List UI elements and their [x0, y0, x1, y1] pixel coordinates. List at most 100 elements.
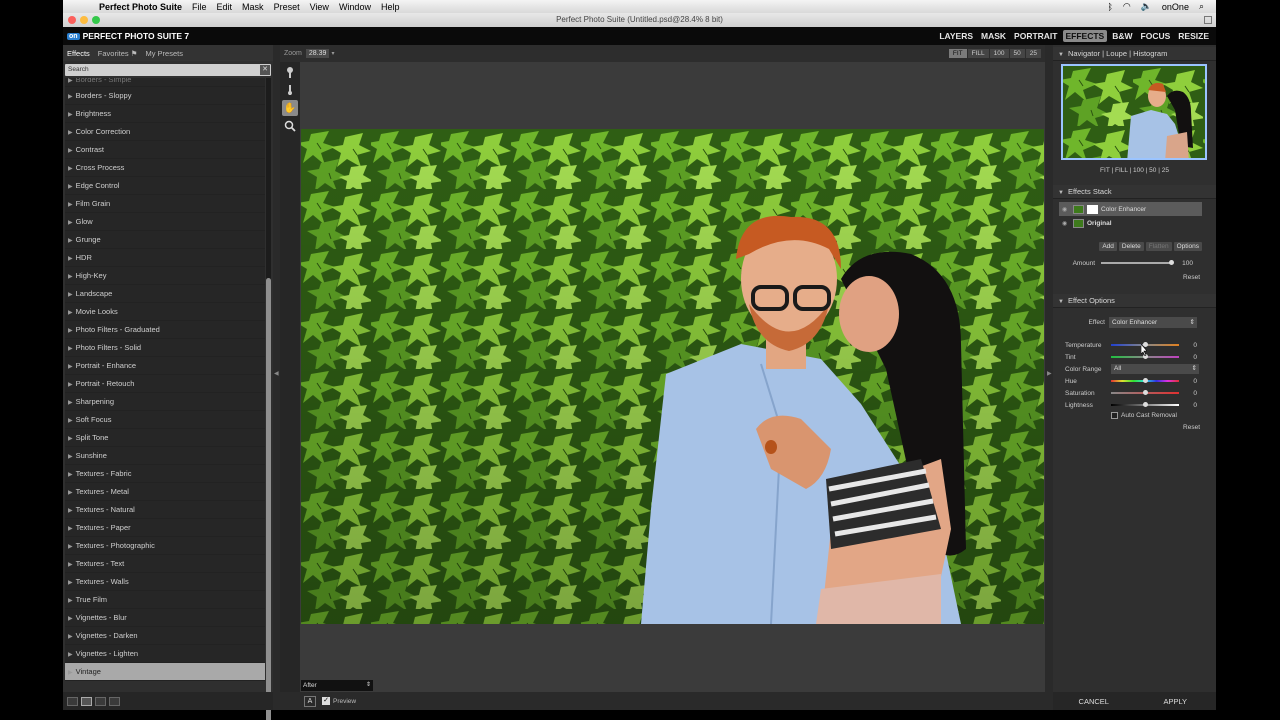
menu-window[interactable]: Window — [339, 2, 371, 12]
zoom-window-icon[interactable] — [92, 16, 100, 24]
options-reset-button[interactable]: Reset — [1183, 424, 1200, 431]
category-item[interactable]: ▶ Vignettes - Blur — [65, 609, 265, 627]
left-panel-collapse[interactable]: ◀ — [273, 45, 280, 710]
expand-arrow-icon[interactable]: ▶ — [68, 78, 73, 84]
delete-layer-button[interactable]: Delete — [1118, 242, 1144, 251]
expand-arrow-icon[interactable]: ▶ — [68, 418, 73, 424]
navigator-zoom-presets[interactable]: FIT | FILL | 100 | 50 | 25 — [1053, 167, 1216, 174]
menu-user[interactable]: onOne — [1162, 2, 1189, 12]
layer-mask-thumbnail[interactable] — [1087, 204, 1098, 214]
right-panel-collapse[interactable]: ▶ — [1045, 45, 1053, 710]
category-item[interactable]: ▶ Landscape — [65, 285, 265, 303]
close-window-icon[interactable] — [68, 16, 76, 24]
slider-knob[interactable] — [1143, 402, 1148, 407]
fullscreen-icon[interactable] — [1204, 16, 1212, 24]
category-item[interactable]: ▶ Textures - Fabric — [65, 465, 265, 483]
add-layer-button[interactable]: Add — [1099, 242, 1117, 251]
category-list-scrollbar[interactable] — [266, 78, 271, 720]
search-input[interactable]: Search ✕ — [65, 64, 271, 76]
minimize-window-icon[interactable] — [80, 16, 88, 24]
category-item[interactable]: ▶ Vintage — [65, 663, 265, 681]
effect-options-header[interactable]: ▼ Effect Options — [1053, 294, 1216, 308]
clear-search-icon[interactable]: ✕ — [260, 65, 270, 75]
expand-arrow-icon[interactable]: ▶ — [68, 400, 73, 406]
category-item[interactable]: ▶ Portrait - Enhance — [65, 357, 265, 375]
module-focus[interactable]: FOCUS — [1138, 30, 1174, 42]
module-layers[interactable]: LAYERS — [936, 30, 976, 42]
category-item[interactable]: ▶ Sunshine — [65, 447, 265, 465]
expand-arrow-icon[interactable]: ▶ — [68, 598, 73, 604]
navigator-header[interactable]: ▼ Navigator | Loupe | Histogram — [1053, 47, 1216, 61]
expand-arrow-icon[interactable]: ▶ — [68, 184, 73, 190]
menu-app-name[interactable]: Perfect Photo Suite — [99, 2, 182, 12]
expand-arrow-icon[interactable]: ▶ — [68, 346, 73, 352]
category-item[interactable]: ▶ Vignettes - Lighten — [65, 645, 265, 663]
category-item[interactable]: ▶ Textures - Paper — [65, 519, 265, 537]
zoom-field[interactable]: 28.39 — [305, 49, 330, 58]
module-bw[interactable]: B&W — [1109, 30, 1135, 42]
expand-arrow-icon[interactable]: ▶ — [68, 166, 73, 172]
expand-arrow-icon[interactable]: ▶ — [68, 382, 73, 388]
expand-arrow-icon[interactable]: ▶ — [68, 652, 73, 658]
category-item[interactable]: ▶ Split Tone — [65, 429, 265, 447]
expand-arrow-icon[interactable]: ▶ — [68, 580, 73, 586]
zoom-100-button[interactable]: 100 — [989, 49, 1009, 58]
module-resize[interactable]: RESIZE — [1175, 30, 1212, 42]
category-item[interactable]: ▶ Textures - Metal — [65, 483, 265, 501]
apply-button[interactable]: APPLY — [1140, 695, 1210, 708]
zoom-fill-button[interactable]: FILL — [967, 49, 989, 58]
color-range-select[interactable]: All ⇕ — [1111, 364, 1199, 374]
expand-arrow-icon[interactable]: ▶ — [68, 508, 73, 514]
category-item[interactable]: ▶ Vignettes - Darken — [65, 627, 265, 645]
category-item[interactable]: ▶ Film Grain — [65, 195, 265, 213]
masking-brush-icon[interactable] — [282, 64, 298, 80]
zoom-tool-icon[interactable] — [282, 118, 298, 134]
bluetooth-icon[interactable]: ᛒ — [1107, 2, 1112, 12]
expand-arrow-icon[interactable]: ▶ — [68, 526, 73, 532]
expand-arrow-icon[interactable]: ▶ — [68, 94, 73, 100]
menu-file[interactable]: File — [192, 2, 207, 12]
stack-layer-original[interactable]: ◉ Original — [1059, 216, 1202, 230]
preview-checkbox[interactable]: ✓ — [322, 697, 330, 705]
menu-help[interactable]: Help — [381, 2, 400, 12]
menu-edit[interactable]: Edit — [217, 2, 233, 12]
volume-icon[interactable]: 🔈 — [1141, 1, 1152, 12]
menu-preset[interactable]: Preset — [274, 2, 300, 12]
saturation-slider[interactable] — [1111, 390, 1179, 395]
stack-reset-button[interactable]: Reset — [1183, 274, 1200, 281]
visibility-eye-icon[interactable]: ◉ — [1062, 206, 1070, 213]
scrollbar-thumb[interactable] — [266, 278, 271, 720]
cancel-button[interactable]: CANCEL — [1059, 695, 1129, 708]
category-item[interactable]: ▶ Edge Control — [65, 177, 265, 195]
expand-arrow-icon[interactable]: ▶ — [68, 616, 73, 622]
spotlight-search-icon[interactable]: ⌕ — [1199, 1, 1204, 12]
tab-effects[interactable]: Effects — [67, 49, 90, 58]
expand-arrow-icon[interactable]: ▶ — [68, 274, 73, 280]
expand-arrow-icon[interactable]: ▶ — [68, 454, 73, 460]
canvas-area[interactable] — [300, 62, 1045, 692]
expand-arrow-icon[interactable]: ▶ — [68, 364, 73, 370]
before-after-select[interactable]: After ⇕ — [301, 680, 373, 691]
auto-cast-checkbox[interactable] — [1111, 412, 1118, 419]
category-item[interactable]: ▶ High-Key — [65, 267, 265, 285]
wifi-icon[interactable]: ◠ — [1123, 1, 1131, 12]
navigator-thumbnail[interactable] — [1061, 64, 1207, 160]
category-item[interactable]: ▶ Color Correction — [65, 123, 265, 141]
effect-select[interactable]: Color Enhancer ⇕ — [1109, 317, 1197, 328]
category-item[interactable]: ▶ Borders - Simple — [65, 78, 265, 87]
list-view-icon[interactable] — [109, 696, 120, 706]
slider-knob[interactable] — [1143, 378, 1148, 383]
expand-arrow-icon[interactable]: ▶ — [68, 238, 73, 244]
hue-slider[interactable] — [1111, 378, 1179, 383]
expand-arrow-icon[interactable]: ▶ — [68, 148, 73, 154]
expand-arrow-icon[interactable]: ▶ — [68, 544, 73, 550]
tint-slider[interactable] — [1111, 354, 1179, 359]
expand-arrow-icon[interactable]: ▶ — [68, 220, 73, 226]
category-item[interactable]: ▶ Sharpening — [65, 393, 265, 411]
expand-arrow-icon[interactable]: ▶ — [68, 670, 73, 676]
menu-view[interactable]: View — [310, 2, 329, 12]
category-item[interactable]: ▶ Textures - Text — [65, 555, 265, 573]
category-item[interactable]: ▶ Grunge — [65, 231, 265, 249]
module-mask[interactable]: MASK — [978, 30, 1009, 42]
zoom-25-button[interactable]: 25 — [1025, 49, 1041, 58]
